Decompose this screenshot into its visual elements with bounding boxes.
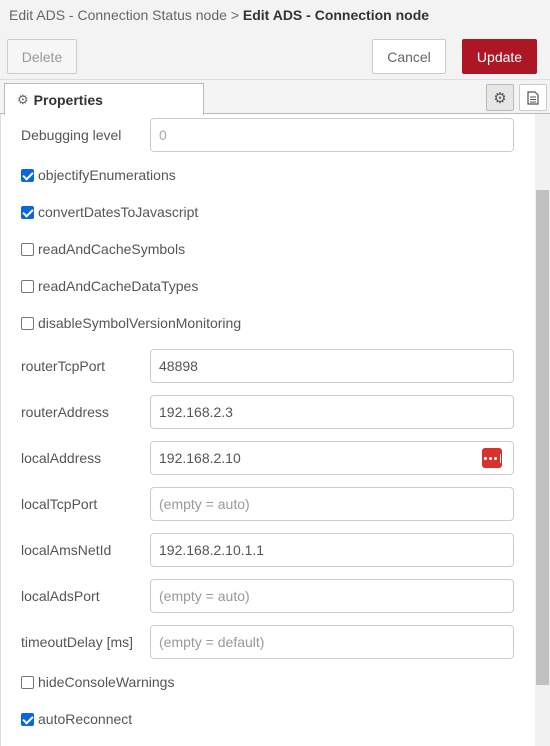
local-ads-port-label: localAdsPort bbox=[21, 588, 100, 604]
gear-icon: ⚙ bbox=[17, 91, 29, 107]
auto-reconnect-checkbox[interactable] bbox=[21, 712, 34, 726]
breadcrumb-current: Edit ADS - Connection node bbox=[242, 7, 430, 23]
breadcrumb-parent[interactable]: Edit ADS - Connection Status node bbox=[9, 7, 227, 23]
delete-button[interactable]: Delete bbox=[7, 39, 77, 74]
router-tcp-port-input[interactable]: 48898 bbox=[150, 349, 514, 383]
address-picker-button[interactable] bbox=[482, 448, 502, 468]
disable-symbol-version-row[interactable]: disableSymbolVersionMonitoring bbox=[21, 315, 241, 331]
debugging-level-label: Debugging level bbox=[21, 127, 122, 143]
tab-properties[interactable]: ⚙ Properties bbox=[4, 83, 204, 115]
read-cache-datatypes-checkbox[interactable] bbox=[21, 279, 34, 293]
local-ads-port-input[interactable]: (empty = auto) bbox=[150, 579, 514, 613]
gear-icon: ⚙ bbox=[493, 89, 507, 107]
timeout-delay-input[interactable]: (empty = default) bbox=[150, 625, 514, 659]
disable-symbol-version-checkbox[interactable] bbox=[21, 316, 34, 330]
timeout-delay-label: timeoutDelay [ms] bbox=[21, 634, 134, 650]
debugging-level-input[interactable]: 0 bbox=[150, 118, 514, 152]
local-ams-net-id-input[interactable]: 192.168.2.10.1.1 bbox=[150, 533, 514, 567]
router-address-label: routerAddress bbox=[21, 404, 109, 420]
dots-icon bbox=[483, 453, 501, 463]
scrollbar[interactable] bbox=[535, 114, 550, 746]
tab-bar: ⚙ Properties ⚙ bbox=[0, 80, 550, 115]
read-cache-symbols-row[interactable]: readAndCacheSymbols bbox=[21, 241, 185, 257]
read-cache-datatypes-row[interactable]: readAndCacheDataTypes bbox=[21, 278, 198, 294]
local-address-input[interactable]: 192.168.2.10 bbox=[150, 441, 514, 475]
cancel-button[interactable]: Cancel bbox=[372, 39, 446, 74]
node-settings-button[interactable]: ⚙ bbox=[486, 84, 514, 111]
hide-console-warnings-row[interactable]: hideConsoleWarnings bbox=[21, 674, 174, 690]
node-description-button[interactable] bbox=[519, 84, 547, 111]
scrollbar-thumb[interactable] bbox=[536, 190, 549, 685]
read-cache-symbols-checkbox[interactable] bbox=[21, 242, 34, 256]
convert-dates-checkbox[interactable] bbox=[21, 205, 34, 219]
objectify-enumerations-checkbox[interactable] bbox=[21, 168, 34, 182]
tray-toolbar: Delete Cancel Update bbox=[0, 31, 550, 80]
local-tcp-port-label: localTcpPort bbox=[21, 496, 98, 512]
breadcrumb: Edit ADS - Connection Status node > Edit… bbox=[0, 0, 550, 31]
breadcrumb-separator: > bbox=[230, 7, 239, 23]
local-tcp-port-input[interactable]: (empty = auto) bbox=[150, 487, 514, 521]
local-address-label: localAddress bbox=[21, 450, 102, 466]
auto-reconnect-row[interactable]: autoReconnect bbox=[21, 711, 132, 727]
properties-panel: Debugging level 0 objectifyEnumerations … bbox=[0, 114, 550, 746]
update-button[interactable]: Update bbox=[462, 39, 537, 74]
objectify-enumerations-row[interactable]: objectifyEnumerations bbox=[21, 167, 176, 183]
document-icon bbox=[527, 90, 539, 105]
router-tcp-port-label: routerTcpPort bbox=[21, 358, 106, 374]
router-address-input[interactable]: 192.168.2.3 bbox=[150, 395, 514, 429]
local-ams-net-id-label: localAmsNetId bbox=[21, 542, 112, 558]
hide-console-warnings-checkbox[interactable] bbox=[21, 675, 34, 689]
tab-properties-label: Properties bbox=[33, 91, 103, 108]
convert-dates-row[interactable]: convertDatesToJavascript bbox=[21, 204, 198, 220]
